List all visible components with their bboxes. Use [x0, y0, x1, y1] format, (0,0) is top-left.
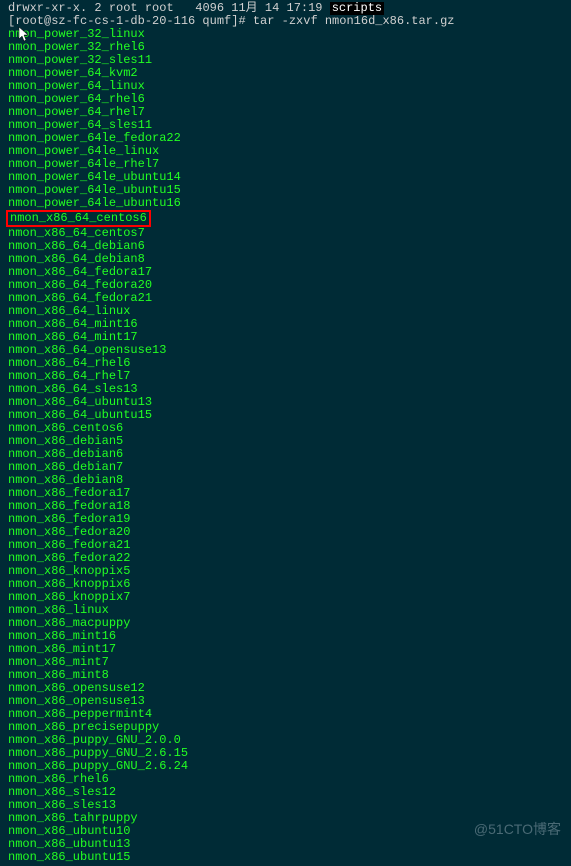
file-entry: nmon_x86_64_centos6 [8, 210, 563, 227]
file-entry: nmon_x86_ubuntu15 [8, 851, 563, 864]
cursor-icon [18, 26, 32, 48]
terminal-output[interactable]: drwxr-xr-x. 2 root root 4096 11月 14 17:1… [0, 0, 571, 866]
highlighted-file: nmon_x86_64_centos6 [6, 210, 151, 227]
file-entry: nmon_power_64le_ubuntu16 [8, 197, 563, 210]
file-list: nmon_power_32_linuxnmon_power_32_rhel6nm… [8, 28, 563, 864]
watermark: @51CTO博客 [474, 823, 561, 836]
